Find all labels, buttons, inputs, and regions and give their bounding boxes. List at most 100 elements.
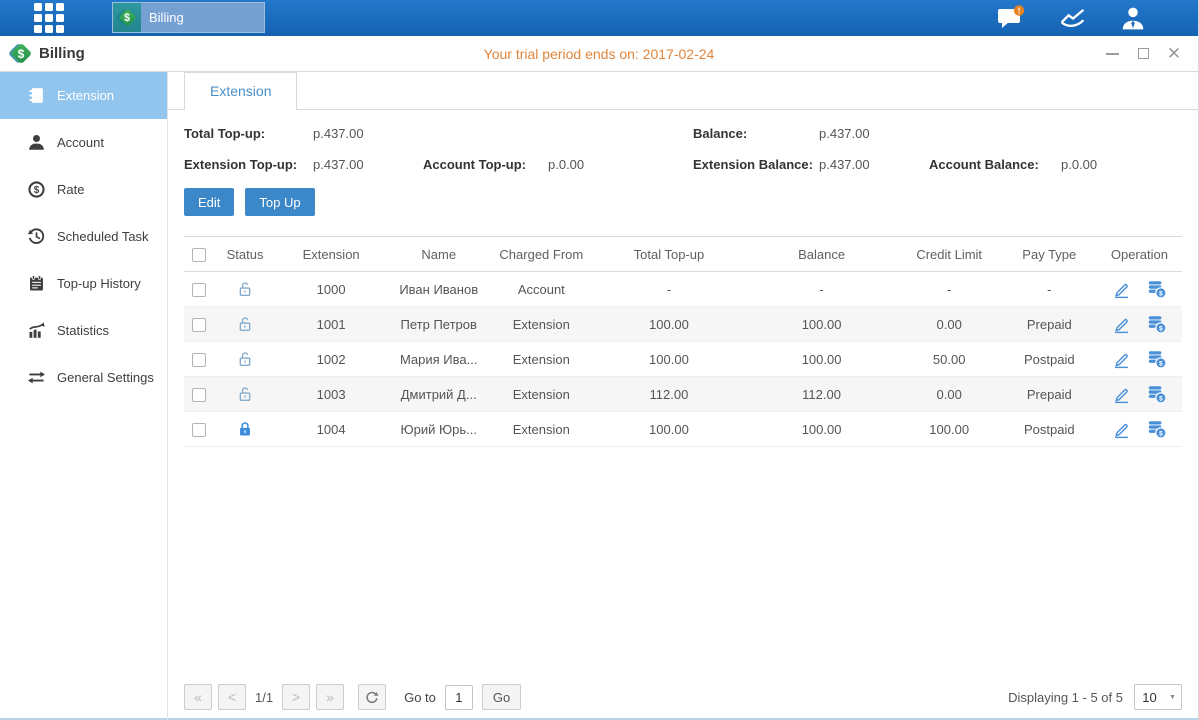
- topup-button[interactable]: Top Up: [245, 188, 314, 216]
- sidebar-item-extension[interactable]: Extension: [0, 72, 167, 119]
- svg-text:$: $: [1159, 325, 1163, 332]
- status-locked-icon: [214, 420, 276, 438]
- svg-text:$: $: [1159, 395, 1163, 402]
- sidebar-item-label: Top-up History: [57, 276, 141, 291]
- first-page-button[interactable]: «: [184, 684, 212, 710]
- total-topup-cell: 100.00: [591, 307, 746, 342]
- extension-cell: 1002: [276, 342, 386, 377]
- extension-cell: 1004: [276, 412, 386, 447]
- sidebar-item-rate[interactable]: $Rate: [0, 166, 167, 213]
- summary-panel: Total Top-up: p.437.00 Balance: p.437.00…: [184, 126, 1182, 172]
- total-topup-cell: 100.00: [591, 412, 746, 447]
- table-row: 1003Дмитрий Д...Extension112.00112.000.0…: [184, 377, 1182, 412]
- stats-icon: [26, 321, 46, 340]
- chart-icon[interactable]: [1059, 6, 1086, 30]
- row-checkbox[interactable]: [192, 388, 206, 402]
- sidebar-item-statistics[interactable]: Statistics: [0, 307, 167, 354]
- name-cell: Юрий Юрь...: [386, 412, 491, 447]
- row-checkbox[interactable]: [192, 423, 206, 437]
- row-checkbox[interactable]: [192, 283, 206, 297]
- total-topup-cell: 112.00: [591, 377, 746, 412]
- edit-extension-icon[interactable]: [1112, 350, 1131, 369]
- svg-text:$: $: [33, 185, 39, 196]
- close-button[interactable]: ✕: [1166, 46, 1182, 62]
- charged-from-cell: Extension: [491, 307, 591, 342]
- credit-limit-cell: 50.00: [897, 342, 1002, 377]
- topup-extension-icon[interactable]: $: [1147, 279, 1167, 299]
- name-cell: Иван Иванов: [386, 272, 491, 307]
- status-unlocked-icon: [214, 280, 276, 298]
- tab-strip: Extension: [168, 72, 1198, 110]
- sidebar-item-top-up-history[interactable]: Top-up History: [0, 260, 167, 307]
- pay-type-cell: Prepaid: [1002, 377, 1097, 412]
- credit-limit-cell: -: [897, 272, 1002, 307]
- balance-cell: 100.00: [747, 412, 897, 447]
- credit-limit-cell: 0.00: [897, 377, 1002, 412]
- edit-extension-icon[interactable]: [1112, 420, 1131, 439]
- chat-icon[interactable]: !: [997, 5, 1025, 31]
- topup-extension-icon[interactable]: $: [1147, 314, 1167, 334]
- titlebar: $ Billing Your trial period ends on: 201…: [0, 36, 1198, 72]
- column-header-charged-from: Charged From: [491, 237, 591, 272]
- account-balance-value: p.0.00: [1061, 157, 1182, 172]
- prev-page-button[interactable]: <: [218, 684, 246, 710]
- row-select-cell: [184, 272, 214, 307]
- refresh-icon: [365, 690, 379, 704]
- go-button[interactable]: Go: [482, 684, 521, 710]
- table-row: 1004Юрий Юрь...Extension100.00100.00100.…: [184, 412, 1182, 447]
- status-unlocked-icon: [214, 315, 276, 333]
- page-size-select[interactable]: 10 ▼: [1134, 684, 1182, 710]
- next-page-button[interactable]: >: [282, 684, 310, 710]
- last-page-button[interactable]: »: [316, 684, 344, 710]
- select-all-cell: [184, 237, 214, 272]
- column-header-operation: Operation: [1097, 237, 1182, 272]
- dollar-icon: $: [26, 180, 46, 199]
- goto-page-input[interactable]: [445, 685, 473, 710]
- edit-button[interactable]: Edit: [184, 188, 234, 216]
- user-icon[interactable]: [1120, 6, 1146, 30]
- displaying-text: Displaying 1 - 5 of 5: [1008, 690, 1123, 705]
- column-header-credit-limit: Credit Limit: [897, 237, 1002, 272]
- topup-extension-icon[interactable]: $: [1147, 384, 1167, 404]
- balance-cell: 100.00: [747, 307, 897, 342]
- extension-cell: 1000: [276, 272, 386, 307]
- sidebar-item-general-settings[interactable]: General Settings: [0, 354, 167, 401]
- tab-extension[interactable]: Extension: [184, 72, 297, 110]
- maximize-button[interactable]: [1135, 46, 1151, 62]
- edit-extension-icon[interactable]: [1112, 280, 1131, 299]
- charged-from-cell: Account: [491, 272, 591, 307]
- row-checkbox[interactable]: [192, 353, 206, 367]
- sidebar-item-scheduled-task[interactable]: Scheduled Task: [0, 213, 167, 260]
- sidebar: ExtensionAccount$RateScheduled Task Top-u…: [0, 72, 168, 720]
- app-window: $ Billing !: [0, 0, 1199, 720]
- column-header-pay-type: Pay Type: [1002, 237, 1097, 272]
- extension-balance-label: Extension Balance:: [693, 157, 819, 172]
- page-indicator: 1/1: [255, 690, 273, 705]
- minimize-button[interactable]: [1104, 46, 1120, 62]
- account-topup-value: p.0.00: [548, 157, 693, 172]
- extension-cell: 1001: [276, 307, 386, 342]
- app-grid-icon[interactable]: [34, 3, 64, 33]
- pagination-bar: « < 1/1 > » Go to Go Displaying 1 - 5 of…: [184, 684, 1182, 710]
- topup-extension-icon[interactable]: $: [1147, 349, 1167, 369]
- refresh-button[interactable]: [358, 684, 386, 710]
- arrows-icon: [26, 368, 46, 387]
- extension-topup-label: Extension Top-up:: [184, 157, 313, 172]
- edit-extension-icon[interactable]: [1112, 315, 1131, 334]
- sidebar-item-account[interactable]: Account: [0, 119, 167, 166]
- row-select-cell: [184, 342, 214, 377]
- row-select-cell: [184, 307, 214, 342]
- row-checkbox[interactable]: [192, 318, 206, 332]
- sidebar-item-label: Statistics: [57, 323, 109, 338]
- topup-extension-icon[interactable]: $: [1147, 419, 1167, 439]
- edit-extension-icon[interactable]: [1112, 385, 1131, 404]
- total-topup-value: p.437.00: [313, 126, 423, 141]
- select-all-checkbox[interactable]: [192, 248, 206, 262]
- taskbar-tab-label: Billing: [149, 10, 184, 25]
- status-unlocked-icon: [214, 385, 276, 403]
- book-icon: [26, 86, 46, 105]
- balance-cell: -: [747, 272, 897, 307]
- person-icon: [26, 133, 46, 152]
- taskbar-tab-billing[interactable]: $ Billing: [112, 2, 265, 33]
- extension-topup-value: p.437.00: [313, 157, 423, 172]
